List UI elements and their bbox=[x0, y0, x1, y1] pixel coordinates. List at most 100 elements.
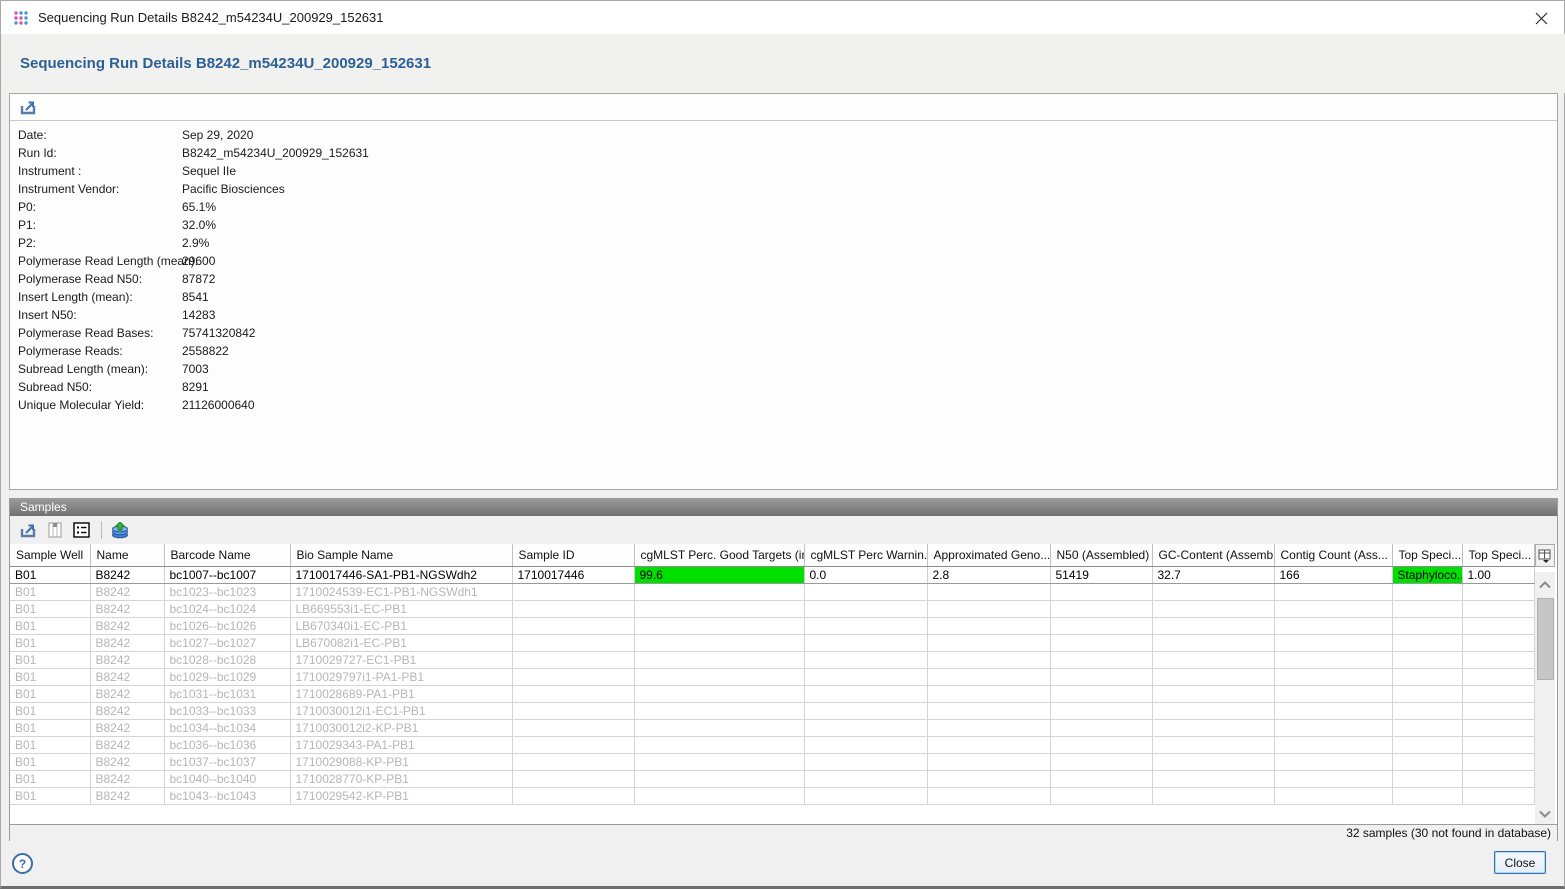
export-view-icon[interactable] bbox=[17, 519, 41, 541]
column-header[interactable]: Bio Sample Name bbox=[290, 544, 512, 566]
sample-row[interactable]: B01B8242bc1027--bc1027LB670082i1-EC-PB1 bbox=[10, 634, 1534, 651]
sample-cell bbox=[804, 736, 927, 753]
sample-cell bbox=[634, 736, 804, 753]
sample-cell bbox=[1152, 770, 1274, 787]
detail-row: Polymerase Read N50:87872 bbox=[18, 270, 1557, 288]
sample-cell: B01 bbox=[10, 702, 90, 719]
sample-row[interactable]: B01B8242bc1034--bc10341710030012i2-KP-PB… bbox=[10, 719, 1534, 736]
sample-cell bbox=[1274, 702, 1392, 719]
column-header[interactable]: GC-Content (Assembl... bbox=[1152, 544, 1274, 566]
detail-value: 21126000640 bbox=[182, 398, 255, 412]
details-fields: Date:Sep 29, 2020Run Id:B8242_m54234U_20… bbox=[10, 121, 1557, 414]
sample-cell bbox=[512, 787, 634, 804]
sample-cell bbox=[1050, 770, 1152, 787]
sample-cell bbox=[927, 736, 1050, 753]
sample-cell bbox=[1152, 651, 1274, 668]
scroll-up-icon[interactable] bbox=[1535, 576, 1555, 593]
sample-cell bbox=[1462, 770, 1534, 787]
column-header[interactable]: cgMLST Perc. Good Targets (in... bbox=[634, 544, 804, 566]
sample-cell bbox=[1050, 719, 1152, 736]
column-header[interactable]: Top Speci... bbox=[1392, 544, 1462, 566]
sample-cell bbox=[1392, 651, 1462, 668]
sample-cell bbox=[1392, 600, 1462, 617]
sample-cell bbox=[512, 617, 634, 634]
sample-row[interactable]: B01B8242bc1028--bc10281710029727-EC1-PB1 bbox=[10, 651, 1534, 668]
sample-cell: B8242 bbox=[90, 736, 164, 753]
detail-row: Subread N50:8291 bbox=[18, 378, 1557, 396]
sample-cell: LB670082i1-EC-PB1 bbox=[290, 634, 512, 651]
sample-cell bbox=[927, 685, 1050, 702]
titlebar: Sequencing Run Details B8242_m54234U_200… bbox=[1, 1, 1564, 34]
help-icon[interactable]: ? bbox=[12, 853, 33, 874]
sample-cell: bc1043--bc1043 bbox=[164, 787, 290, 804]
sample-row[interactable]: B01B8242bc1007--bc10071710017446-SA1-PB1… bbox=[10, 566, 1534, 583]
sample-row[interactable]: B01B8242bc1037--bc10371710029088-KP-PB1 bbox=[10, 753, 1534, 770]
sample-row[interactable]: B01B8242bc1033--bc10331710030012i1-EC1-P… bbox=[10, 702, 1534, 719]
column-header[interactable]: Sample Well bbox=[10, 544, 90, 566]
detail-label: Polymerase Read Length (mean): bbox=[18, 252, 182, 270]
sample-cell bbox=[634, 770, 804, 787]
sample-row[interactable]: B01B8242bc1043--bc10431710029542-KP-PB1 bbox=[10, 787, 1534, 804]
vertical-scrollbar[interactable] bbox=[1535, 572, 1555, 824]
sample-cell bbox=[1462, 702, 1534, 719]
samples-panel-title: Samples bbox=[10, 499, 1557, 516]
sample-cell: 32.7 bbox=[1152, 566, 1274, 583]
sample-cell bbox=[1462, 753, 1534, 770]
detail-row: Polymerase Reads:2558822 bbox=[18, 342, 1557, 360]
column-header[interactable]: Sample ID bbox=[512, 544, 634, 566]
column-header[interactable]: N50 (Assembled) bbox=[1050, 544, 1152, 566]
sample-row[interactable]: B01B8242bc1029--bc10291710029797i1-PA1-P… bbox=[10, 668, 1534, 685]
sample-cell bbox=[804, 719, 927, 736]
sample-cell bbox=[1050, 651, 1152, 668]
sample-cell bbox=[804, 702, 927, 719]
sample-cell: B01 bbox=[10, 651, 90, 668]
column-header[interactable]: Name bbox=[90, 544, 164, 566]
sample-cell: B01 bbox=[10, 770, 90, 787]
sample-row[interactable]: B01B8242bc1031--bc10311710028689-PA1-PB1 bbox=[10, 685, 1534, 702]
sample-cell: B8242 bbox=[90, 583, 164, 600]
sample-cell: B8242 bbox=[90, 566, 164, 583]
sample-row[interactable]: B01B8242bc1024--bc1024LB669553i1-EC-PB1 bbox=[10, 600, 1534, 617]
sample-row[interactable]: B01B8242bc1023--bc10231710024539-EC1-PB1… bbox=[10, 583, 1534, 600]
sample-cell: bc1037--bc1037 bbox=[164, 753, 290, 770]
detail-value: B8242_m54234U_200929_152631 bbox=[182, 146, 369, 160]
scrollbar-thumb[interactable] bbox=[1537, 598, 1554, 680]
detail-row: P0:65.1% bbox=[18, 198, 1557, 216]
import-samples-icon[interactable] bbox=[108, 519, 132, 541]
sample-cell bbox=[1274, 685, 1392, 702]
sample-row[interactable]: B01B8242bc1036--bc10361710029343-PA1-PB1 bbox=[10, 736, 1534, 753]
export-view-icon[interactable] bbox=[17, 96, 41, 118]
sample-cell bbox=[634, 668, 804, 685]
sample-cell bbox=[512, 702, 634, 719]
sample-cell: B8242 bbox=[90, 651, 164, 668]
sample-cell: 1710029727-EC1-PB1 bbox=[290, 651, 512, 668]
sample-cell bbox=[927, 719, 1050, 736]
open-table-icon[interactable] bbox=[69, 519, 93, 541]
sample-cell bbox=[1392, 736, 1462, 753]
sample-cell: 1710029343-PA1-PB1 bbox=[290, 736, 512, 753]
column-header[interactable]: Top Speci... bbox=[1462, 544, 1534, 566]
column-header[interactable]: Approximated Geno... bbox=[927, 544, 1050, 566]
detail-value: 75741320842 bbox=[182, 326, 255, 340]
sample-cell bbox=[1274, 736, 1392, 753]
copy-table-icon[interactable] bbox=[43, 519, 67, 541]
sample-cell: 99.6 bbox=[634, 566, 804, 583]
detail-row: Insert Length (mean):8541 bbox=[18, 288, 1557, 306]
detail-value: 8291 bbox=[182, 380, 209, 394]
sample-row[interactable]: B01B8242bc1040--bc10401710028770-KP-PB1 bbox=[10, 770, 1534, 787]
close-button[interactable]: Close bbox=[1494, 851, 1546, 874]
sample-row[interactable]: B01B8242bc1026--bc1026LB670340i1-EC-PB1 bbox=[10, 617, 1534, 634]
details-toolbar bbox=[10, 94, 1557, 121]
sample-cell: B01 bbox=[10, 753, 90, 770]
sample-cell: B8242 bbox=[90, 634, 164, 651]
sample-cell bbox=[804, 634, 927, 651]
close-icon[interactable] bbox=[1532, 9, 1550, 27]
heading-strip: Sequencing Run Details B8242_m54234U_200… bbox=[2, 34, 1565, 93]
sample-cell: LB669553i1-EC-PB1 bbox=[290, 600, 512, 617]
column-header[interactable]: cgMLST Perc Warnin... bbox=[804, 544, 927, 566]
column-header[interactable]: Contig Count (Ass... bbox=[1274, 544, 1392, 566]
column-header[interactable]: Barcode Name bbox=[164, 544, 290, 566]
scroll-down-icon[interactable] bbox=[1535, 805, 1555, 822]
sample-cell bbox=[1392, 787, 1462, 804]
column-chooser-icon[interactable] bbox=[1535, 544, 1555, 567]
